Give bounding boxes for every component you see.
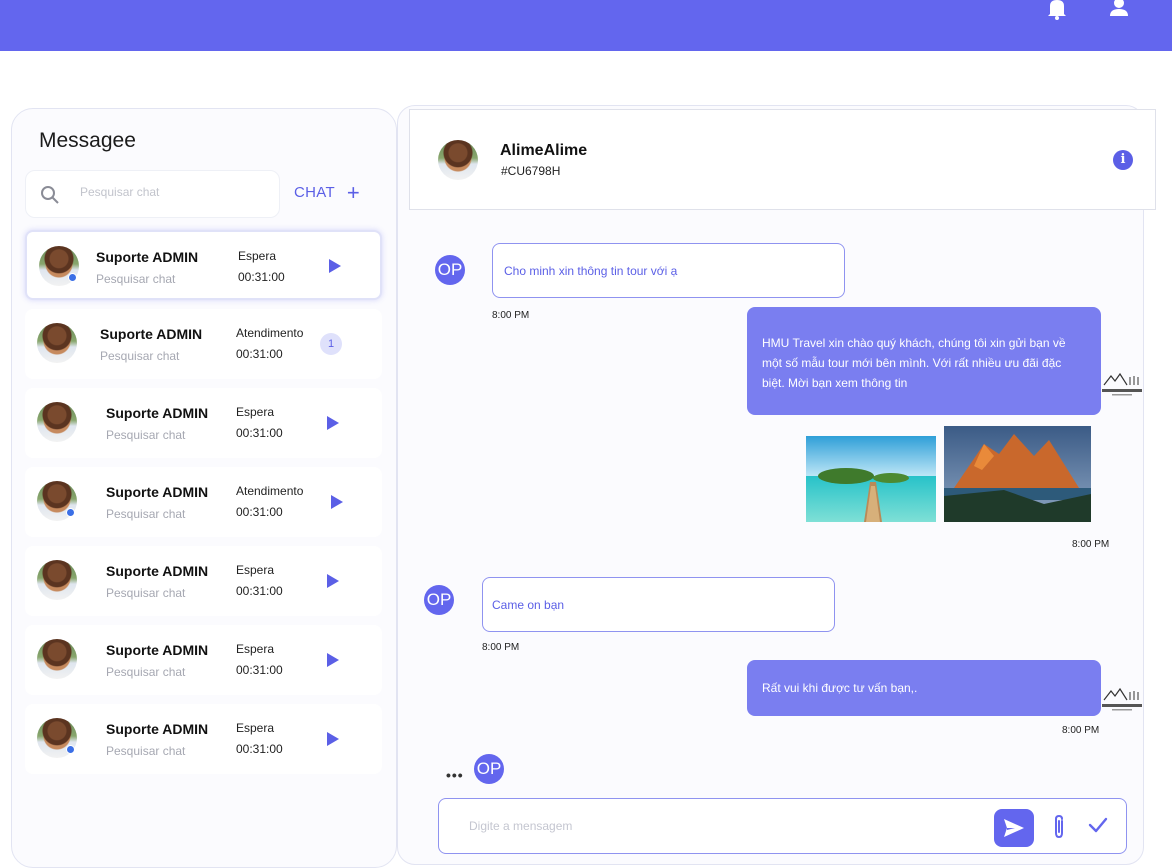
avatar [37, 560, 77, 600]
conversation-preview: Pesquisar chat [100, 349, 180, 363]
conversation-status: Espera [236, 642, 275, 656]
message-time: 8:00 PM [492, 310, 530, 321]
contact-id: #CU6798H [501, 164, 561, 178]
mountain-lake-photo[interactable] [944, 426, 1091, 522]
online-indicator [66, 508, 75, 517]
send-icon [1004, 819, 1024, 837]
check-icon[interactable] [1088, 816, 1108, 834]
message-bubble-outgoing: Rất vui khi được tư vấn bạn,. [747, 660, 1101, 716]
conversation-preview: Pesquisar chat [106, 507, 186, 521]
conversation-time: 00:31:00 [236, 584, 283, 598]
conversation-name: Suporte ADMIN [106, 563, 209, 579]
conversation-name: Suporte ADMIN [106, 484, 209, 500]
conversation-name: Suporte ADMIN [100, 326, 203, 342]
user-avatar: OP [435, 255, 465, 285]
message-input[interactable] [469, 819, 969, 833]
attachment-icon[interactable] [1051, 814, 1067, 840]
contact-avatar [438, 140, 478, 180]
message-time: 8:00 PM [1072, 539, 1110, 550]
conversation-item[interactable]: Suporte ADMIN Pesquisar chat Espera 00:31:0… [25, 230, 382, 300]
conversation-time: 00:31:00 [238, 270, 285, 284]
user-avatar: OP [474, 754, 504, 784]
play-icon[interactable] [331, 495, 343, 509]
message-time: 8:00 PM [1062, 725, 1100, 736]
conversation-preview: Pesquisar chat [106, 744, 186, 758]
conversation-time: 00:31:00 [236, 505, 283, 519]
typing-indicator-icon: ••• [446, 767, 464, 783]
new-chat-label: CHAT [294, 184, 335, 201]
conversation-name: Suporte ADMIN [106, 721, 209, 737]
conversation-preview: Pesquisar chat [96, 272, 176, 286]
conversation-item[interactable]: Suporte ADMIN Pesquisar chat Espera 00:31:0… [25, 704, 382, 774]
unread-badge: 1 [320, 333, 342, 355]
message-bubble-incoming: Cho minh xin thông tin tour với ạ [492, 243, 845, 298]
conversation-time: 00:31:00 [236, 426, 283, 440]
conversation-status: Atendimento [236, 484, 304, 498]
avatar [37, 323, 77, 363]
play-icon[interactable] [327, 653, 339, 667]
conversation-status: Atendimento [236, 326, 304, 340]
message-bubble-outgoing: HMU Travel xin chào quý khách, chúng tôi… [747, 307, 1101, 415]
send-button[interactable] [994, 809, 1034, 847]
panel-title: Messagee [39, 129, 136, 152]
search-icon [41, 186, 59, 204]
new-chat-button[interactable]: CHAT + [294, 179, 361, 205]
info-icon[interactable]: i [1113, 150, 1133, 170]
conversation-item[interactable]: Suporte ADMIN Pesquisar chat Atendimento 00… [25, 467, 382, 537]
conversation-item[interactable]: Suporte ADMIN Pesquisar chat Espera 00:31:0… [25, 625, 382, 695]
house-by-lake-logo [1102, 687, 1142, 711]
conversation-name: Suporte ADMIN [106, 405, 209, 421]
play-icon[interactable] [327, 416, 339, 430]
avatar [37, 402, 77, 442]
beach-photo[interactable] [806, 436, 936, 522]
message-time: 8:00 PM [482, 642, 520, 653]
contact-name: AlimeAlime [500, 142, 588, 159]
conversation-status: Espera [238, 249, 277, 263]
plus-icon: + [346, 179, 361, 205]
conversation-preview: Pesquisar chat [106, 665, 186, 679]
conversation-item[interactable]: Suporte ADMIN Pesquisar chat Atendimento 00… [25, 309, 382, 379]
chat-header: AlimeAlime #CU6798H i [409, 109, 1156, 210]
conversation-preview: Pesquisar chat [106, 428, 186, 442]
avatar [37, 639, 77, 679]
conversation-preview: Pesquisar chat [106, 586, 186, 600]
conversation-time: 00:31:00 [236, 742, 283, 756]
user-icon[interactable] [1108, 0, 1130, 20]
play-icon[interactable] [329, 259, 341, 273]
conversation-time: 00:31:00 [236, 347, 283, 361]
house-by-lake-logo [1102, 372, 1142, 396]
online-indicator [66, 745, 75, 754]
conversation-status: Espera [236, 563, 275, 577]
user-avatar: OP [424, 585, 454, 615]
conversation-time: 00:31:00 [236, 663, 283, 677]
top-bar [0, 0, 1172, 51]
message-bubble-incoming: Came on bạn [482, 577, 835, 632]
message-composer [438, 798, 1127, 854]
search-input[interactable] [80, 185, 260, 199]
conversation-status: Espera [236, 405, 275, 419]
play-icon[interactable] [327, 732, 339, 746]
play-icon[interactable] [327, 574, 339, 588]
bell-icon[interactable] [1046, 0, 1068, 20]
online-indicator [68, 273, 77, 282]
conversation-status: Espera [236, 721, 275, 735]
conversation-item[interactable]: Suporte ADMIN Pesquisar chat Espera 00:31:0… [25, 388, 382, 458]
conversation-name: Suporte ADMIN [96, 249, 199, 265]
conversation-item[interactable]: Suporte ADMIN Pesquisar chat Espera 00:31:0… [25, 546, 382, 616]
search-box [25, 170, 280, 218]
conversation-name: Suporte ADMIN [106, 642, 209, 658]
